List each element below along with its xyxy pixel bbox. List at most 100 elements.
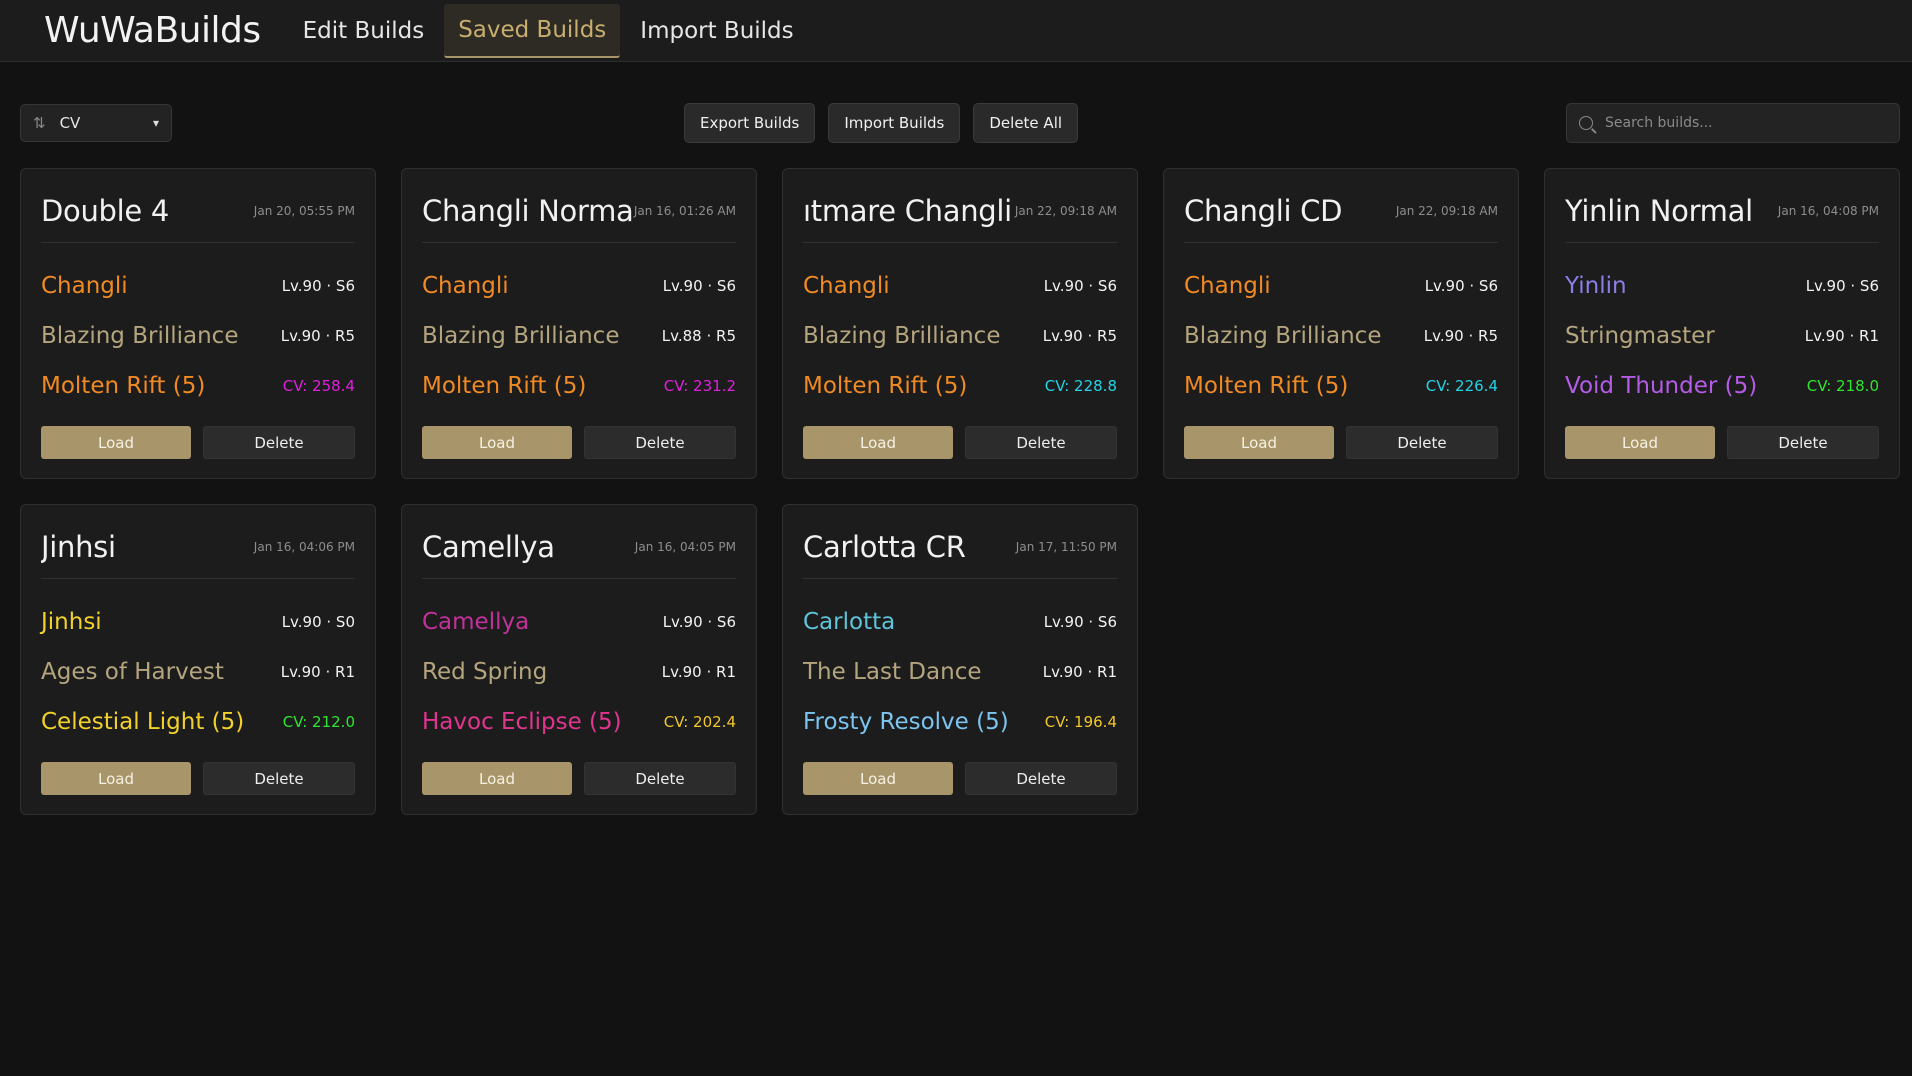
build-card: Changli CD Jan 22, 09:18 AM Changli Lv.9… xyxy=(1163,168,1519,479)
character-name: Jinhsi xyxy=(41,609,102,635)
build-date: Jan 16, 01:26 AM xyxy=(633,204,736,218)
weapon-row: Stringmaster Lv.90 · R1 xyxy=(1565,311,1879,361)
card-actions: Load Delete xyxy=(422,762,736,795)
load-button[interactable]: Load xyxy=(1565,426,1715,459)
card-actions: Load Delete xyxy=(803,426,1117,459)
character-name: Camellya xyxy=(422,609,530,635)
echo-row: Havoc Eclipse (5) CV: 202.4 xyxy=(422,697,736,747)
weapon-level: Lv.90 · R5 xyxy=(1042,327,1117,345)
weapon-name: The Last Dance xyxy=(803,659,982,685)
echo-row: Molten Rift (5) CV: 228.8 xyxy=(803,361,1117,411)
load-button[interactable]: Load xyxy=(803,426,953,459)
build-details: Changli Lv.90 · S6 Blazing Brilliance Lv… xyxy=(41,261,355,411)
weapon-level: Lv.90 · R1 xyxy=(661,663,736,681)
load-button[interactable]: Load xyxy=(1184,426,1334,459)
character-name: Carlotta xyxy=(803,609,896,635)
export-builds-button[interactable]: Export Builds xyxy=(684,103,816,143)
echo-row: Molten Rift (5) CV: 258.4 xyxy=(41,361,355,411)
delete-button[interactable]: Delete xyxy=(203,426,355,459)
load-button[interactable]: Load xyxy=(422,762,572,795)
weapon-level: Lv.90 · R1 xyxy=(1804,327,1879,345)
weapon-level: Lv.90 · R5 xyxy=(280,327,355,345)
weapon-level: Lv.90 · R5 xyxy=(1423,327,1498,345)
load-button[interactable]: Load xyxy=(41,762,191,795)
build-card: Yinlin Normal Jan 16, 04:08 PM Yinlin Lv… xyxy=(1544,168,1900,479)
build-title: Double 4 xyxy=(41,194,170,228)
build-card: Carlotta CR Jan 17, 11:50 PM Carlotta Lv… xyxy=(782,504,1138,815)
card-actions: Load Delete xyxy=(803,762,1117,795)
character-name: Yinlin xyxy=(1565,273,1627,299)
top-navbar: WuWaBuilds Edit Builds Saved Builds Impo… xyxy=(0,0,1912,62)
build-card: Changli Normal Jan 16, 01:26 AM Changli … xyxy=(401,168,757,479)
build-title: ıtmare Changli xyxy=(803,194,1012,228)
character-name: Changli xyxy=(422,273,509,299)
build-date: Jan 17, 11:50 PM xyxy=(1015,540,1117,554)
sort-select[interactable]: ⇅ CV ▾ xyxy=(20,104,172,142)
weapon-row: Ages of Harvest Lv.90 · R1 xyxy=(41,647,355,697)
echo-row: Molten Rift (5) CV: 226.4 xyxy=(1184,361,1498,411)
load-button[interactable]: Load xyxy=(803,762,953,795)
delete-all-button[interactable]: Delete All xyxy=(973,103,1079,143)
card-header: Changli CD Jan 22, 09:18 AM xyxy=(1184,169,1498,243)
character-level: Lv.90 · S6 xyxy=(1043,277,1117,295)
character-row: Jinhsi Lv.90 · S0 xyxy=(41,597,355,647)
character-level: Lv.90 · S6 xyxy=(1805,277,1879,295)
card-header: Jinhsi Jan 16, 04:06 PM xyxy=(41,505,355,579)
character-level: Lv.90 · S6 xyxy=(281,277,355,295)
delete-button[interactable]: Delete xyxy=(584,426,736,459)
delete-button[interactable]: Delete xyxy=(965,762,1117,795)
cv-value: CV: 228.8 xyxy=(1044,377,1117,395)
load-button[interactable]: Load xyxy=(422,426,572,459)
weapon-level: Lv.88 · R5 xyxy=(661,327,736,345)
echo-row: Celestial Light (5) CV: 212.0 xyxy=(41,697,355,747)
build-details: Changli Lv.90 · S6 Blazing Brilliance Lv… xyxy=(803,261,1117,411)
import-builds-button[interactable]: Import Builds xyxy=(828,103,961,143)
character-row: Changli Lv.90 · S6 xyxy=(1184,261,1498,311)
card-actions: Load Delete xyxy=(41,762,355,795)
character-level: Lv.90 · S6 xyxy=(1043,613,1117,631)
tab-edit-builds[interactable]: Edit Builds xyxy=(289,4,439,58)
build-details: Changli Lv.90 · S6 Blazing Brilliance Lv… xyxy=(422,261,736,411)
card-header: Changli Normal Jan 16, 01:26 AM xyxy=(422,169,736,243)
build-date: Jan 16, 04:06 PM xyxy=(253,540,355,554)
weapon-name: Stringmaster xyxy=(1565,323,1715,349)
card-header: Carlotta CR Jan 17, 11:50 PM xyxy=(803,505,1117,579)
card-actions: Load Delete xyxy=(1184,426,1498,459)
character-name: Changli xyxy=(803,273,890,299)
build-card: Jinhsi Jan 16, 04:06 PM Jinhsi Lv.90 · S… xyxy=(20,504,376,815)
load-button[interactable]: Load xyxy=(41,426,191,459)
weapon-name: Red Spring xyxy=(422,659,548,685)
cv-value: CV: 202.4 xyxy=(663,713,736,731)
weapon-name: Blazing Brilliance xyxy=(422,323,620,349)
build-title: Changli CD xyxy=(1184,194,1343,228)
weapon-row: Blazing Brilliance Lv.90 · R5 xyxy=(803,311,1117,361)
build-details: Jinhsi Lv.90 · S0 Ages of Harvest Lv.90 … xyxy=(41,597,355,747)
search-input[interactable] xyxy=(1605,115,1887,131)
delete-button[interactable]: Delete xyxy=(1727,426,1879,459)
echo-set-name: Celestial Light (5) xyxy=(41,709,245,735)
echo-set-name: Molten Rift (5) xyxy=(1184,373,1349,399)
delete-button[interactable]: Delete xyxy=(584,762,736,795)
card-header: Yinlin Normal Jan 16, 04:08 PM xyxy=(1565,169,1879,243)
weapon-row: Blazing Brilliance Lv.88 · R5 xyxy=(422,311,736,361)
tab-import-builds[interactable]: Import Builds xyxy=(626,4,807,58)
card-actions: Load Delete xyxy=(41,426,355,459)
character-level: Lv.90 · S6 xyxy=(662,277,736,295)
character-level: Lv.90 · S0 xyxy=(281,613,355,631)
build-title: Jinhsi xyxy=(41,530,116,564)
echo-set-name: Void Thunder (5) xyxy=(1565,373,1758,399)
weapon-name: Blazing Brilliance xyxy=(803,323,1001,349)
tab-saved-builds[interactable]: Saved Builds xyxy=(444,3,621,58)
build-title: Carlotta CR xyxy=(803,530,966,564)
build-title: Yinlin Normal xyxy=(1565,194,1753,228)
delete-button[interactable]: Delete xyxy=(1346,426,1498,459)
character-level: Lv.90 · S6 xyxy=(1424,277,1498,295)
cv-value: CV: 212.0 xyxy=(282,713,355,731)
toolbar: ⇅ CV ▾ Export Builds Import Builds Delet… xyxy=(0,62,1912,182)
delete-button[interactable]: Delete xyxy=(203,762,355,795)
weapon-row: Red Spring Lv.90 · R1 xyxy=(422,647,736,697)
cv-value: CV: 218.0 xyxy=(1806,377,1879,395)
card-actions: Load Delete xyxy=(1565,426,1879,459)
delete-button[interactable]: Delete xyxy=(965,426,1117,459)
brand-logo[interactable]: WuWaBuilds xyxy=(44,10,261,51)
